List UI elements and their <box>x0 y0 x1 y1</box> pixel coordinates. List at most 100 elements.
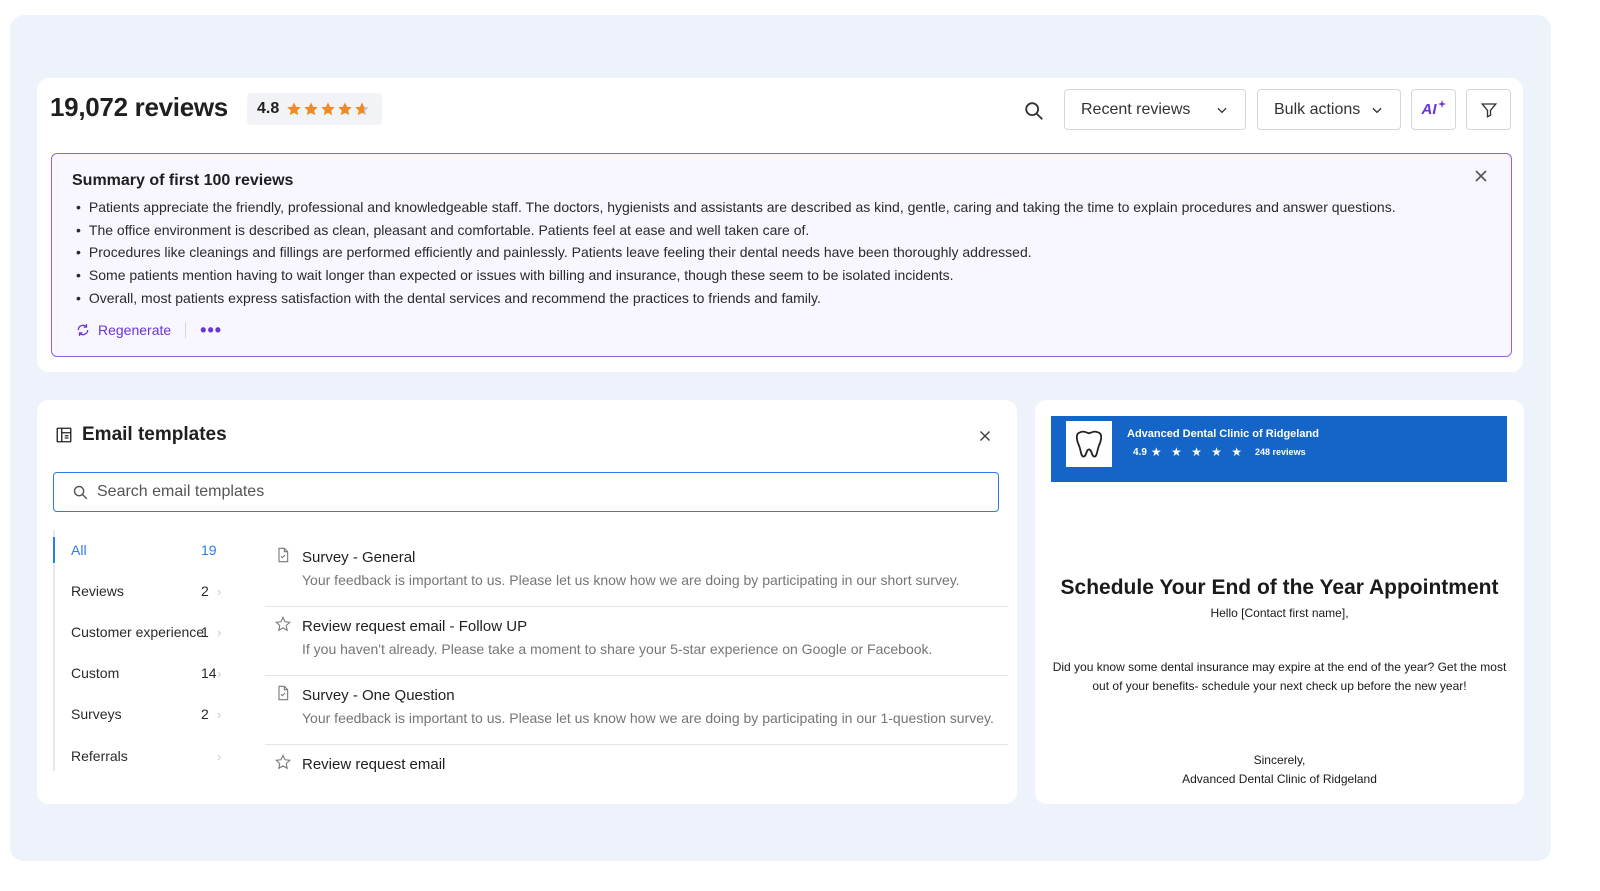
category-count: 14 <box>201 665 217 681</box>
bulk-dropdown-label: Bulk actions <box>1274 100 1361 118</box>
category-custom[interactable]: Custom 14 › <box>55 660 245 686</box>
clinic-name: Advanced Dental Clinic of Ridgeland <box>1127 428 1319 440</box>
template-name: Survey - One Question <box>302 687 455 704</box>
chevron-right-icon: › <box>217 583 222 599</box>
template-search-input[interactable] <box>97 483 977 501</box>
category-customer-experience[interactable]: Customer experience 1 › <box>55 619 245 645</box>
chevron-down-icon <box>1372 107 1382 113</box>
sparkle-icon <box>1437 99 1446 108</box>
template-name: Review request email - Follow UP <box>302 618 528 635</box>
preview-sign-off: Sincerely, <box>1253 753 1306 767</box>
template-list: Survey - General Your feedback is import… <box>265 538 1008 804</box>
category-all[interactable]: All 19 <box>53 537 243 563</box>
star-icon <box>304 102 319 116</box>
search-reviews-button[interactable] <box>1019 96 1049 126</box>
summary-actions: Regenerate ••• <box>76 321 222 339</box>
reviews-count-title: 19,072 reviews <box>50 92 228 122</box>
survey-doc-icon <box>278 685 289 701</box>
rating-stars <box>286 101 370 117</box>
category-label: Referrals <box>71 748 128 764</box>
chevron-right-icon: › <box>217 706 222 722</box>
template-item[interactable]: Survey - One Question Your feedback is i… <box>265 676 1008 745</box>
clinic-review-count: 248 reviews <box>1255 447 1306 457</box>
category-label: Custom <box>71 665 120 681</box>
template-description: If you haven't already. Please take a mo… <box>302 641 933 657</box>
template-item[interactable]: Review request email <box>265 745 1008 804</box>
preview-greeting: Hello [Contact first name], <box>1210 606 1349 620</box>
star-icon <box>321 102 336 116</box>
category-reviews[interactable]: Reviews 2 › <box>55 578 245 604</box>
tooth-logo-icon <box>1075 430 1103 458</box>
star-outline-icon <box>275 754 291 770</box>
star-icon <box>338 102 353 116</box>
summary-title: Summary of first 100 reviews <box>72 172 294 189</box>
regenerate-label: Regenerate <box>98 322 172 338</box>
category-count: 2 <box>201 706 209 722</box>
reviews-card: 19,072 reviews 4.8 Recent reviews Bulk a… <box>37 78 1523 372</box>
template-item[interactable]: Review request email - Follow UP If you … <box>265 607 1008 676</box>
clinic-rating-row: 4.9 ★ ★ ★ ★ ★ 248 reviews <box>1133 445 1306 459</box>
sort-dropdown-label: Recent reviews <box>1081 100 1191 118</box>
star-icon <box>287 102 302 116</box>
email-preview-panel: Advanced Dental Clinic of Ridgeland 4.9 … <box>1035 400 1524 804</box>
template-categories: All 19 Reviews 2 › Customer experience 1… <box>53 530 243 771</box>
preview-signature: Sincerely, Advanced Dental Clinic of Rid… <box>1035 751 1524 789</box>
preview-heading: Schedule Your End of the Year Appointmen… <box>1060 576 1499 599</box>
search-icon <box>73 485 88 499</box>
filter-button[interactable] <box>1466 89 1511 130</box>
filter-icon <box>1480 102 1497 118</box>
summary-point: Patients appreciate the friendly, profes… <box>76 196 1396 219</box>
close-icon[interactable] <box>1471 166 1491 186</box>
category-count: 19 <box>201 542 217 558</box>
templates-header: Email templates <box>55 424 227 446</box>
ai-summary-panel: Summary of first 100 reviews Patients ap… <box>51 153 1512 357</box>
category-label: All <box>71 542 87 558</box>
summary-point: Some patients mention having to wait lon… <box>76 264 1396 287</box>
email-templates-panel: Email templates All 19 Reviews 2 › Custo… <box>37 400 1017 804</box>
more-options-button[interactable]: ••• <box>200 321 222 339</box>
clinic-logo <box>1066 421 1112 467</box>
category-label: Surveys <box>71 706 122 722</box>
chevron-right-icon: › <box>217 665 222 681</box>
template-name: Survey - General <box>302 549 416 566</box>
star-half-icon <box>355 102 370 116</box>
category-surveys[interactable]: Surveys 2 › <box>55 701 245 727</box>
template-search-box <box>53 472 999 512</box>
summary-point: Overall, most patients express satisfact… <box>76 287 1396 310</box>
chevron-down-icon <box>1217 107 1227 113</box>
clinic-rating-value: 4.9 <box>1133 446 1147 458</box>
preview-body: Did you know some dental insurance may e… <box>1052 660 1507 693</box>
category-label: Reviews <box>71 583 124 599</box>
ai-button[interactable]: AI <box>1411 89 1456 130</box>
survey-doc-icon <box>278 547 289 563</box>
close-icon[interactable] <box>976 427 994 445</box>
templates-title: Email templates <box>82 424 227 445</box>
template-description: Your feedback is important to us. Please… <box>302 572 960 588</box>
category-label: Customer experience <box>71 624 205 640</box>
chevron-right-icon: › <box>217 748 222 764</box>
clinic-rating-stars: ★ ★ ★ ★ ★ <box>1150 445 1246 459</box>
chevron-right-icon: › <box>217 624 222 640</box>
preview-banner: Advanced Dental Clinic of Ridgeland 4.9 … <box>1051 416 1507 482</box>
category-count: 2 <box>201 583 209 599</box>
regenerate-button[interactable]: Regenerate <box>76 322 171 338</box>
search-icon <box>1025 102 1043 120</box>
category-count: 1 <box>201 624 209 640</box>
bulk-actions-dropdown[interactable]: Bulk actions <box>1257 89 1401 130</box>
summary-points: Patients appreciate the friendly, profes… <box>76 196 1396 310</box>
template-item[interactable]: Survey - General Your feedback is import… <box>265 538 1008 607</box>
template-name: Review request email <box>302 756 446 773</box>
category-referrals[interactable]: Referrals › <box>55 743 245 769</box>
star-outline-icon <box>275 616 291 632</box>
refresh-icon <box>77 324 89 336</box>
ai-label: AI <box>1421 101 1437 118</box>
sort-reviews-dropdown[interactable]: Recent reviews <box>1064 89 1246 130</box>
template-layout-icon <box>56 427 72 443</box>
preview-signature-name: Advanced Dental Clinic of Ridgeland <box>1182 772 1377 786</box>
summary-point: Procedures like cleanings and fillings a… <box>76 241 1396 264</box>
overall-rating-value: 4.8 <box>257 100 280 117</box>
overall-rating-chip: 4.8 <box>247 93 382 125</box>
summary-point: The office environment is described as c… <box>76 219 1396 242</box>
template-description: Your feedback is important to us. Please… <box>302 710 994 726</box>
action-divider <box>185 322 187 338</box>
